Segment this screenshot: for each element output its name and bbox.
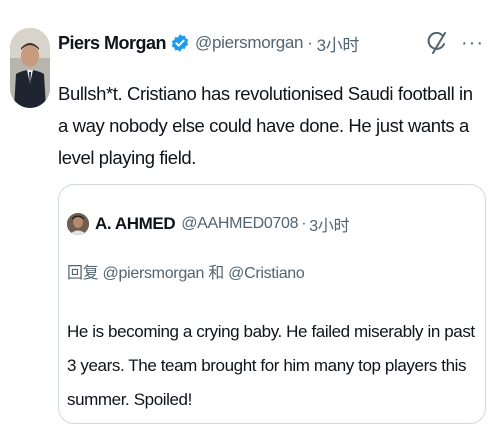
quoted-tweet-header: A. AHMED @AAHMED0708 · 3小时 [67, 211, 350, 237]
quoted-author-display-name[interactable]: A. AHMED [95, 214, 176, 234]
quoted-author-avatar[interactable] [67, 213, 89, 235]
tweet-timestamp[interactable]: 3小时 [317, 31, 360, 56]
grok-icon[interactable] [427, 31, 447, 54]
tweet[interactable]: Piers Morgan @piersmorgan · 3小时 ··· Bull… [0, 0, 500, 440]
author-handle[interactable]: @piersmorgan [195, 33, 303, 53]
quoted-author-handle[interactable]: @AAHMED0708 [181, 215, 298, 233]
reply-mention-piersmorgan[interactable]: @piersmorgan [103, 265, 205, 282]
author-avatar[interactable] [10, 28, 50, 108]
reply-mention-cristiano[interactable]: @Cristiano [228, 265, 305, 282]
verified-badge-icon [170, 33, 190, 53]
quoted-tweet-timestamp[interactable]: 3小时 [309, 212, 349, 236]
tweet-text: Bullsh*t. Cristiano has revolutionised S… [58, 83, 473, 168]
tweet-header: Piers Morgan @piersmorgan · 3小时 ··· [58, 28, 486, 58]
reply-joiner: 和 [204, 265, 229, 282]
header-separator: · [307, 33, 313, 52]
quoted-tweet[interactable]: A. AHMED @AAHMED0708 · 3小时 回复 @piersmorg… [58, 184, 486, 424]
quoted-tweet-text: He is becoming a crying baby. He failed … [67, 322, 475, 409]
more-options-icon[interactable]: ··· [461, 33, 484, 53]
quoted-header-separator: · [301, 215, 307, 232]
replying-to-label: 回复 [67, 265, 103, 282]
replying-to-line: 回复 @piersmorgan 和 @Cristiano [67, 259, 305, 283]
author-display-name[interactable]: Piers Morgan [58, 33, 167, 54]
